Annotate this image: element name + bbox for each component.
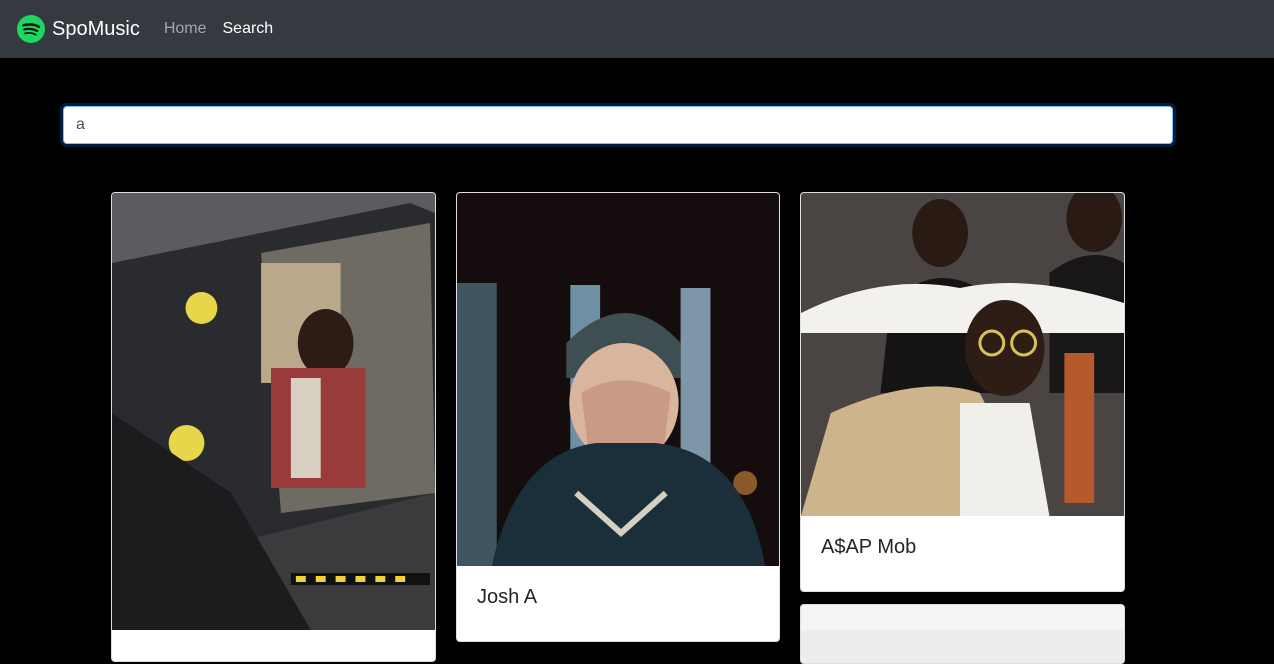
spotify-logo-icon bbox=[17, 15, 45, 43]
card-body: Josh A bbox=[457, 566, 779, 629]
artist-card[interactable]: Josh A bbox=[456, 192, 780, 642]
artist-photo-light bbox=[801, 605, 1124, 663]
nav-links: Home Search bbox=[164, 20, 289, 38]
nav-link-home[interactable]: Home bbox=[164, 20, 207, 38]
group-photo-sunglasses bbox=[801, 193, 1124, 516]
artist-photo-face-palm bbox=[457, 193, 779, 566]
navbar: SpoMusic Home Search bbox=[0, 0, 1274, 58]
nav-link-search[interactable]: Search bbox=[223, 20, 274, 38]
search-bar bbox=[63, 106, 1173, 144]
artist-photo-car bbox=[112, 193, 435, 630]
card-body: A$AP Mob bbox=[801, 516, 1124, 579]
search-input[interactable] bbox=[63, 106, 1173, 144]
artist-card[interactable]: A$AP Mob bbox=[800, 192, 1125, 592]
artist-name: A$AP Mob bbox=[821, 536, 917, 558]
card-body bbox=[112, 630, 435, 661]
brand-name: SpoMusic bbox=[52, 17, 140, 40]
brand-link[interactable]: SpoMusic bbox=[17, 15, 140, 43]
artist-card[interactable] bbox=[111, 192, 436, 662]
artist-card[interactable] bbox=[800, 604, 1125, 664]
artist-name: Josh A bbox=[477, 586, 538, 608]
